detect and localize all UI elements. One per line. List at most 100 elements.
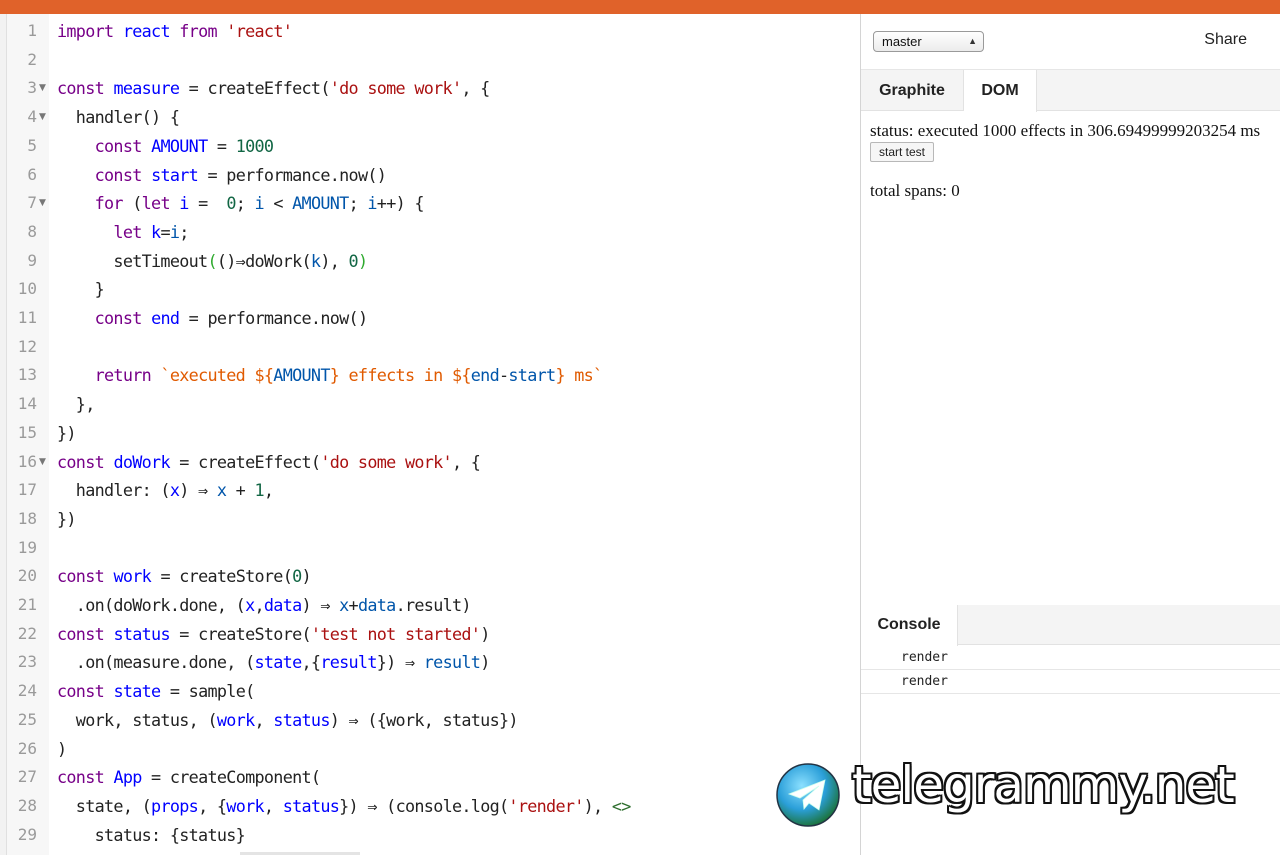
code-text: } [57, 279, 105, 300]
code-text: handler() { [57, 107, 180, 128]
code-line[interactable]: 8 let k=i; [0, 215, 860, 244]
line-number: 7 [27, 193, 37, 213]
code-text: .on(doWork.done, (x,data) ⇒ x+data.resul… [57, 595, 472, 615]
code-text: const start = performance.now() [94, 164, 387, 185]
line-number: 28 [17, 795, 37, 815]
code-text: setTimeout(()⇒doWork(k), 0) [57, 250, 368, 271]
line-number: 1 [27, 21, 37, 40]
code-line[interactable]: 13 return `executed ${AMOUNT} effects in… [0, 358, 860, 387]
line-number: 4 [27, 107, 37, 127]
watermark-text: telegrammy.net [852, 756, 1235, 814]
line-number: 16 [17, 451, 37, 471]
line-number: 14 [17, 394, 37, 414]
code-line[interactable]: 26) [0, 732, 860, 761]
code-line[interactable]: 1 import react from 'react' [0, 14, 860, 43]
code-line[interactable]: 19 [0, 531, 860, 560]
line-number: 17 [17, 480, 37, 500]
code-text: }, [57, 394, 96, 415]
code-line[interactable]: 21 .on(doWork.done, (x,data) ⇒ x+data.re… [0, 588, 860, 617]
share-button[interactable]: Share [1204, 31, 1247, 49]
code-text: const AMOUNT = 1000 [94, 135, 274, 156]
code-line[interactable]: 9 setTimeout(()⇒doWork(k), 0) [0, 244, 860, 273]
code-text: }) [57, 422, 77, 443]
view-tabs: Graphite DOM [861, 70, 1280, 112]
code-line[interactable]: 6 const start = performance.now() [0, 158, 860, 187]
code-text: .on(measure.done, (state,{result}) ⇒ res… [57, 652, 491, 673]
code-text: status: {status} [57, 824, 246, 845]
line-number: 13 [17, 365, 37, 385]
console-log-row: render [861, 670, 1280, 694]
code-text: for (let i = 0; i < AMOUNT; i++) { [94, 193, 425, 214]
line-number: 26 [17, 738, 37, 758]
code-line[interactable]: 14 }, [0, 387, 860, 416]
tab-console[interactable]: Console [861, 605, 958, 646]
start-test-button[interactable]: start test [870, 142, 935, 162]
code-line[interactable]: 12 [0, 330, 860, 359]
line-number: 12 [17, 336, 37, 356]
code-text: const end = performance.now() [94, 308, 368, 328]
line-number: 23 [17, 652, 37, 672]
line-number: 29 [17, 824, 37, 844]
line-number: 15 [17, 422, 37, 442]
code-text: const status = createStore('test not sta… [57, 623, 490, 644]
console-tabs: Console [861, 605, 1280, 646]
line-number: 5 [27, 135, 37, 155]
line-number: 22 [17, 623, 37, 643]
tab-dom[interactable]: DOM [964, 70, 1037, 112]
code-text: state, (props, {work, status}) ⇒ (consol… [57, 795, 632, 816]
line-number: 8 [27, 221, 37, 241]
line-number: 3 [27, 78, 37, 98]
code-line[interactable]: 27 const App = createComponent( [0, 760, 860, 789]
line-number: 27 [17, 767, 37, 787]
select-updown-icon: ▲ [968, 36, 977, 46]
code-text: const App = createComponent( [57, 767, 321, 788]
code-line[interactable]: 17 handler: (x) ⇒ x + 1, [0, 473, 860, 502]
code-line[interactable]: 10 } [0, 272, 860, 301]
line-number: 25 [17, 709, 37, 729]
code-line[interactable]: 16 ▼ const doWork = createEffect('do some … [0, 445, 860, 474]
line-number: 11 [17, 308, 37, 327]
code-text: const state = sample( [57, 681, 255, 702]
code-text: }) [57, 508, 77, 529]
tab-graphite[interactable]: Graphite [861, 70, 964, 111]
code-line[interactable]: 2 [0, 43, 860, 72]
code-line[interactable]: 18}) [0, 502, 860, 531]
code-line[interactable]: 23 .on(measure.done, (state,{result}) ⇒ … [0, 645, 860, 674]
code-line[interactable]: 29 status: {status} [0, 818, 860, 847]
code-text: import react from 'react' [57, 21, 293, 41]
console-log-row: render [861, 646, 1280, 670]
preview-toolbar: master ▲ Share [861, 14, 1280, 70]
line-number: 9 [27, 250, 37, 270]
code-line[interactable]: 22 const status = createStore('test not s… [0, 617, 860, 646]
code-line[interactable]: 11 const end = performance.now() [0, 301, 860, 330]
code-line[interactable]: 15}) [0, 416, 860, 445]
console-output: render render [861, 646, 1280, 694]
code-text: return `executed ${AMOUNT} effects in ${… [94, 365, 604, 386]
code-editor[interactable]: 1 import react from 'react' 2 3 ▼ const measu… [0, 14, 860, 855]
code-line[interactable]: 28 state, (props, {work, status}) ⇒ (con… [0, 789, 860, 818]
code-text: ) [57, 738, 67, 759]
code-line[interactable]: 4 ▼ handler() { [0, 100, 860, 129]
line-number: 6 [27, 164, 37, 184]
line-number: 10 [17, 279, 37, 299]
line-number: 24 [17, 681, 37, 701]
code-line[interactable]: 25 work, status, (work, status) ⇒ ({work… [0, 703, 860, 732]
code-line[interactable]: 7 ▼ for (let i = 0; i < AMOUNT; i++) { [0, 186, 860, 215]
line-number: 21 [17, 595, 37, 614]
code-line[interactable]: 24 const state = sample( [0, 674, 860, 703]
dom-preview: status: executed 1000 effects in 306.694… [870, 120, 1275, 201]
code-text: const work = createStore(0) [57, 566, 312, 587]
preview-panel: master ▲ Share Graphite DOM status: exec… [860, 14, 1280, 855]
code-text: const measure = createEffect('do some wo… [57, 78, 490, 99]
code-line[interactable]: 20 const work = createStore(0) [0, 559, 860, 588]
telegram-plane-icon [776, 763, 840, 827]
code-line[interactable]: 3 ▼ const measure = createEffect('do some … [0, 71, 860, 100]
code-line[interactable]: 5 const AMOUNT = 1000 [0, 129, 860, 158]
line-number: 2 [27, 49, 37, 69]
total-spans-text: total spans: 0 [870, 181, 960, 200]
status-text: status: executed 1000 effects in 306.694… [870, 121, 1261, 140]
line-number: 20 [17, 566, 37, 586]
branch-select[interactable]: master ▲ [873, 31, 984, 52]
top-accent-bar [0, 0, 1280, 14]
code-text: handler: (x) ⇒ x + 1, [57, 480, 274, 501]
